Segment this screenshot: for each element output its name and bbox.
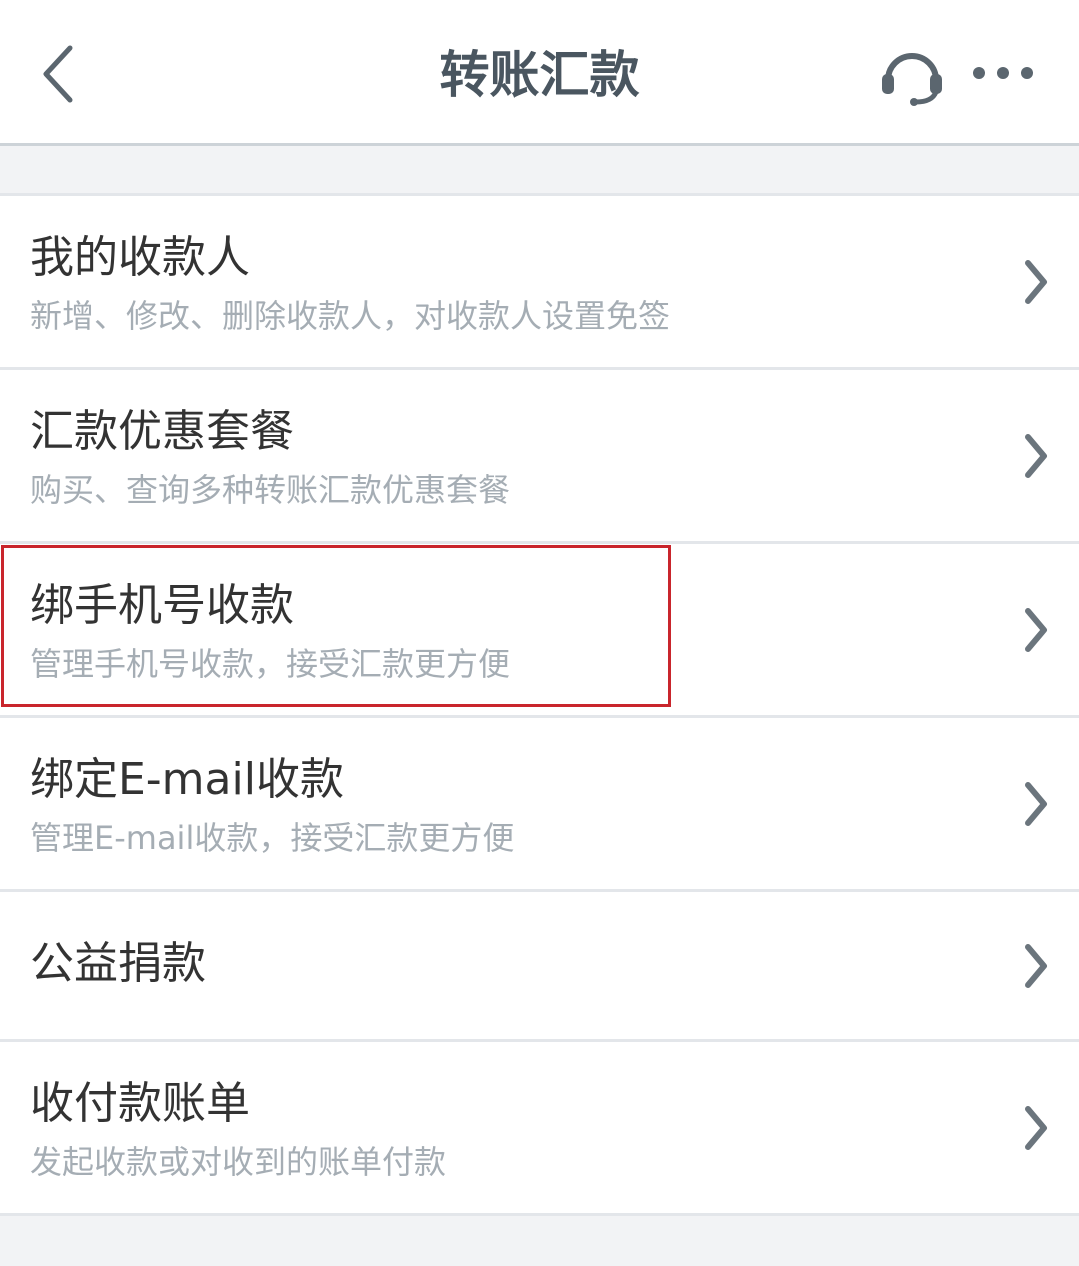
menu-item-desc: 管理E-mail收款，接受汇款更方便: [30, 819, 515, 857]
nav-header: 转账汇款: [0, 0, 1079, 146]
menu-item-desc: 管理手机号收款，接受汇款更方便: [30, 645, 511, 683]
menu-item-bind-phone[interactable]: 绑手机号收款 管理手机号收款，接受汇款更方便: [0, 544, 1079, 718]
menu-item-title: 绑手机号收款: [30, 580, 294, 631]
menu-list: 我的收款人 新增、修改、删除收款人，对收款人设置免签 汇款优惠套餐 购买、查询多…: [0, 193, 1079, 1216]
menu-item-title: 公益捐款: [30, 938, 206, 989]
menu-item-title: 我的收款人: [30, 232, 250, 283]
more-dots-icon: [973, 67, 1033, 79]
chevron-right-icon: [1025, 608, 1047, 652]
chevron-right-icon: [1025, 944, 1047, 988]
chevron-right-icon: [1025, 434, 1047, 478]
menu-item-charity-donation[interactable]: 公益捐款: [0, 892, 1079, 1042]
menu-item-title: 收付款账单: [30, 1078, 250, 1129]
menu-item-desc: 新增、修改、删除收款人，对收款人设置免签: [30, 297, 671, 335]
menu-item-bills[interactable]: 收付款账单 发起收款或对收到的账单付款: [0, 1042, 1079, 1216]
chevron-right-icon: [1025, 782, 1047, 826]
menu-item-desc: 购买、查询多种转账汇款优惠套餐: [30, 471, 511, 509]
menu-item-title: 绑定E-mail收款: [30, 754, 344, 805]
chevron-right-icon: [1025, 1106, 1047, 1150]
headset-icon: [882, 53, 942, 106]
menu-item-title: 汇款优惠套餐: [30, 406, 294, 457]
more-button[interactable]: [970, 58, 1036, 88]
menu-item-bind-email[interactable]: 绑定E-mail收款 管理E-mail收款，接受汇款更方便: [0, 718, 1079, 892]
menu-item-my-payees[interactable]: 我的收款人 新增、修改、删除收款人，对收款人设置免签: [0, 196, 1079, 370]
menu-item-desc: 发起收款或对收到的账单付款: [30, 1143, 447, 1181]
customer-service-button[interactable]: [876, 42, 948, 106]
menu-item-remittance-package[interactable]: 汇款优惠套餐 购买、查询多种转账汇款优惠套餐: [0, 370, 1079, 544]
chevron-right-icon: [1025, 260, 1047, 304]
